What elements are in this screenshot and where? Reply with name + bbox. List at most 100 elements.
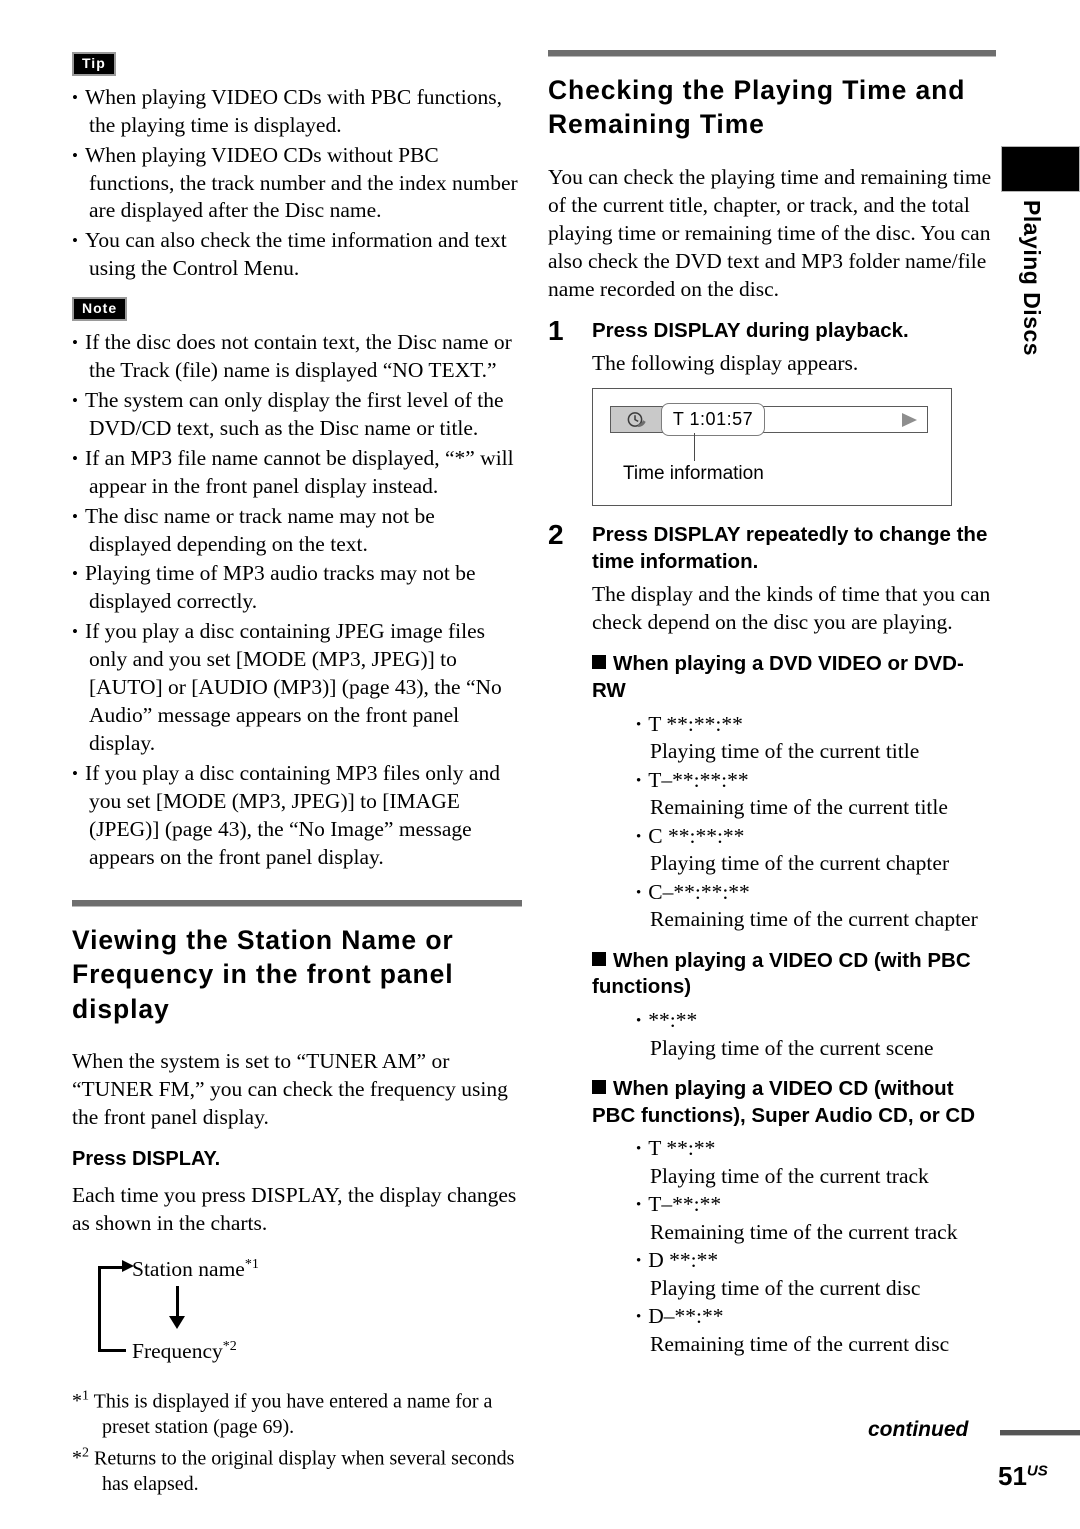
time-code-desc: Playing time of the current chapter [650, 851, 950, 876]
time-code-desc: Remaining time of the current disc [650, 1331, 950, 1356]
time-code: T–**:** [636, 1191, 996, 1219]
footnote-2-sup: 2 [82, 1445, 89, 1461]
press-display-instruction: Press DISPLAY. [72, 1147, 221, 1170]
step-1-body: The following display appears. [592, 351, 859, 376]
square-bullet-icon [592, 951, 606, 966]
manual-page: Tip When playing VIDEO CDs with PBC func… [0, 0, 1080, 1529]
time-code-desc: Playing time of the current scene [650, 1035, 934, 1060]
list-item: T **:**:** Playing time of the current t… [636, 711, 996, 766]
loop-bracket [98, 1265, 126, 1352]
time-code-desc: Playing time of the current track [650, 1163, 929, 1188]
display-cycle-diagram: Station name*1 Frequency*2 [72, 1256, 402, 1368]
footnote-1: *1 This is displayed if you have entered… [72, 1388, 522, 1441]
list-item: The disc name or track name may not be d… [72, 503, 522, 559]
play-triangle-icon [902, 413, 917, 428]
footer-rule [1000, 1430, 1080, 1436]
footnote-1-marker: *1 [72, 1388, 89, 1413]
continued-label: continued [868, 1418, 969, 1441]
list-item: The system can only display the first le… [72, 387, 522, 443]
footnote-2: *2 Returns to the original display when … [72, 1445, 522, 1498]
section-divider [72, 899, 522, 907]
flow-top-marker: *1 [244, 1256, 259, 1272]
step-2-number: 2 [548, 519, 564, 551]
disc-section-heading-vcd-cd-text: When playing a VIDEO CD (without PBC fun… [592, 1077, 976, 1127]
tip-list: When playing VIDEO CDs with PBC function… [72, 84, 522, 284]
list-item: If you play a disc containing MP3 files … [72, 760, 522, 872]
time-code: T **:**:** [636, 711, 996, 739]
flow-bottom-label: Frequency*2 [132, 1338, 237, 1363]
page-number: 51US [998, 1461, 1048, 1492]
list-item: D **:** Playing time of the current disc [636, 1247, 996, 1302]
page-region-suffix: US [1026, 1462, 1048, 1480]
square-bullet-icon [592, 1080, 606, 1095]
time-information-value: T 1:01:57 [661, 403, 765, 437]
page-title-checking-time: Checking the Playing Time and Remaining … [548, 75, 966, 140]
press-display-body: Each time you press DISPLAY, the display… [72, 1182, 517, 1235]
footnote-2-text: Returns to the original display when sev… [94, 1447, 515, 1495]
list-item: T–**:**:** Remaining time of the current… [636, 767, 996, 822]
flow-top-text: Station name [132, 1256, 245, 1281]
footnote-1-text: This is displayed if you have entered a … [93, 1390, 493, 1438]
time-code-desc: Remaining time of the current track [650, 1219, 958, 1244]
disc-section-heading-vcd-pbc: When playing a VIDEO CD (with PBC functi… [592, 948, 996, 1001]
flow-top-label: Station name*1 [132, 1256, 259, 1281]
step-1: 1 Press DISPLAY during playback. The fol… [548, 314, 996, 379]
flow-bottom-marker: *2 [222, 1338, 237, 1354]
square-bullet-icon [592, 655, 606, 670]
flow-bottom-text: Frequency [132, 1338, 223, 1363]
tip-badge-wrap: Tip [72, 52, 522, 76]
time-code-list-dvd: T **:**:** Playing time of the current t… [592, 711, 996, 934]
list-item: When playing VIDEO CDs without PBC funct… [72, 142, 522, 226]
time-code-desc: Remaining time of the current title [650, 795, 948, 820]
list-item: If an MP3 file name cannot be displayed,… [72, 445, 522, 501]
display-example-figure: T 1:01:57 Time information [592, 388, 952, 507]
left-column: Tip When playing VIDEO CDs with PBC func… [72, 52, 522, 1501]
clock-disc-icon [611, 407, 663, 433]
time-code: D–**:** [636, 1303, 996, 1331]
step-1-title: Press DISPLAY during playback. [592, 318, 909, 342]
page-title-station: Viewing the Station Name or Frequency in… [72, 924, 454, 1024]
time-information-callout: Time information [623, 463, 764, 485]
list-item: C–**:**:** Remaining time of the current… [636, 879, 996, 934]
disc-section-heading-dvd-text: When playing a DVD VIDEO or DVD-RW [592, 652, 964, 702]
time-code: C **:**:** [636, 823, 996, 851]
step-2: 2 Press DISPLAY repeatedly to change the… [548, 519, 996, 1358]
list-item: Playing time of MP3 audio tracks may not… [72, 560, 522, 616]
disc-section-heading-dvd: When playing a DVD VIDEO or DVD-RW [592, 651, 996, 704]
list-item: T–**:** Remaining time of the current tr… [636, 1191, 996, 1246]
step-1-number: 1 [548, 314, 564, 346]
list-item: If you play a disc containing JPEG image… [72, 618, 522, 758]
footnote-2-marker: *2 [72, 1445, 89, 1470]
time-code-desc: Playing time of the current disc [650, 1275, 921, 1300]
tip-badge: Tip [72, 52, 116, 76]
list-item: D–**:** Remaining time of the current di… [636, 1303, 996, 1358]
disc-section-heading-vcd-pbc-text: When playing a VIDEO CD (with PBC functi… [592, 948, 971, 999]
list-item: T **:** Playing time of the current trac… [636, 1135, 996, 1190]
step-2-title: Press DISPLAY repeatedly to change the t… [592, 523, 988, 573]
list-item: C **:**:** Playing time of the current c… [636, 823, 996, 878]
time-code: T **:** [636, 1135, 996, 1163]
onscreen-display-bar: T 1:01:57 [610, 403, 928, 437]
list-item: If the disc does not contain text, the D… [72, 329, 522, 385]
section-divider [548, 50, 996, 57]
note-list: If the disc does not contain text, the D… [72, 329, 522, 872]
time-code: T–**:**:** [636, 767, 996, 795]
list-item: You can also check the time information … [72, 227, 522, 283]
checking-time-intro: You can check the playing time and remai… [548, 164, 992, 301]
footnote-1-sup: 1 [82, 1388, 89, 1404]
callout-leader-line [694, 433, 695, 462]
time-code: C–**:**:** [636, 879, 996, 907]
time-code: **:** [636, 1007, 996, 1035]
station-intro-text: When the system is set to “TUNER AM” or … [72, 1049, 508, 1129]
right-column: Checking the Playing Time and Remaining … [548, 50, 996, 1368]
time-code-list-vcd-pbc: **:** Playing time of the current scene [592, 1007, 996, 1062]
step-2-body: The display and the kinds of time that y… [592, 582, 991, 635]
time-code-desc: Remaining time of the current chapter [650, 907, 978, 932]
note-badge-wrap: Note [72, 297, 522, 321]
time-code-desc: Playing time of the current title [650, 739, 920, 764]
chapter-tab-label: Playing Discs [1019, 200, 1045, 357]
list-item: When playing VIDEO CDs with PBC function… [72, 84, 522, 140]
disc-section-heading-vcd-cd: When playing a VIDEO CD (without PBC fun… [592, 1076, 996, 1129]
page-number-value: 51 [998, 1461, 1027, 1491]
note-badge: Note [72, 297, 128, 321]
